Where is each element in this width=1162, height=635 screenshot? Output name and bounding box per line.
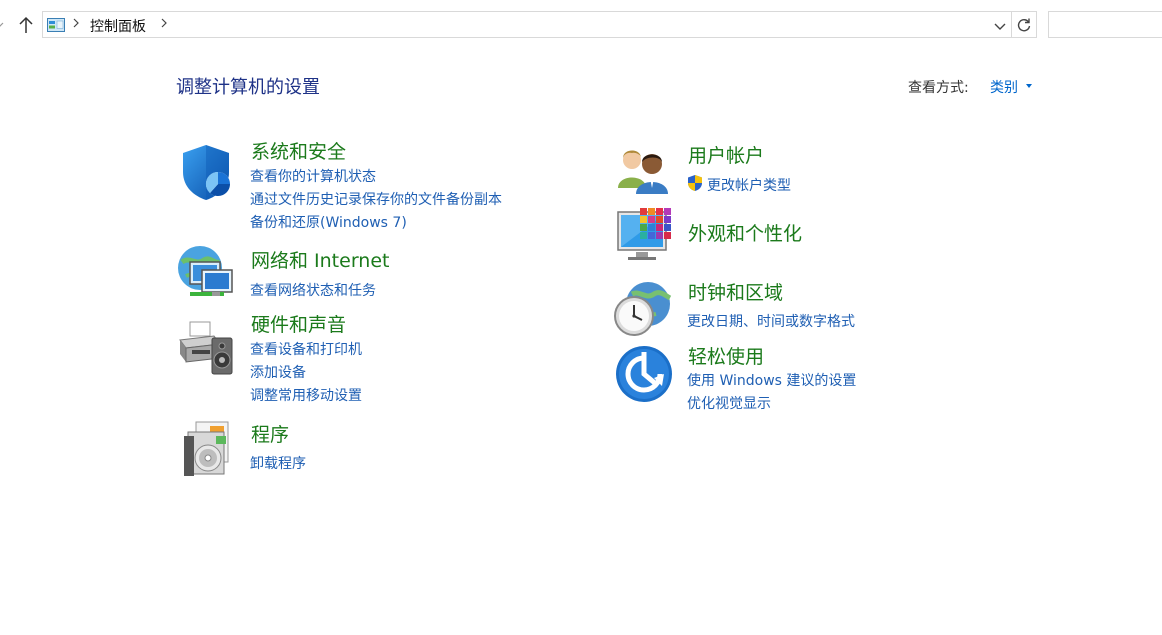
category-network-internet[interactable]: 网络和 Internet — [251, 246, 389, 273]
ease-of-access-icon[interactable] — [614, 344, 672, 402]
view-by-caret-icon[interactable] — [1026, 84, 1032, 88]
breadcrumb-separator-icon[interactable] — [160, 16, 168, 33]
category-hardware-sound[interactable]: 硬件和声音 — [251, 310, 346, 337]
uac-shield-icon — [686, 174, 704, 192]
appearance-icon[interactable] — [614, 206, 672, 264]
link-file-history-backup[interactable]: 通过文件历史记录保存你的文件备份副本 — [250, 189, 502, 209]
category-clock-region[interactable]: 时钟和区域 — [688, 278, 783, 305]
link-windows-recommended-settings[interactable]: 使用 Windows 建议的设置 — [687, 370, 856, 390]
breadcrumb-separator-icon[interactable] — [72, 16, 80, 33]
link-uninstall-program[interactable]: 卸载程序 — [250, 453, 306, 473]
network-icon[interactable] — [176, 244, 234, 302]
control-panel-icon — [47, 17, 65, 33]
link-add-device[interactable]: 添加设备 — [250, 362, 306, 382]
search-input[interactable] — [1048, 11, 1162, 38]
link-view-computer-status[interactable]: 查看你的计算机状态 — [250, 166, 376, 186]
navigation-bar: 控制面板 — [0, 0, 1162, 50]
link-optimize-visual-display[interactable]: 优化视觉显示 — [687, 393, 771, 413]
shield-icon[interactable] — [176, 142, 234, 200]
link-mobility-settings[interactable]: 调整常用移动设置 — [250, 385, 362, 405]
link-change-date-time-format[interactable]: 更改日期、时间或数字格式 — [687, 311, 855, 331]
page-title: 调整计算机的设置 — [176, 77, 320, 98]
view-by-dropdown[interactable]: 类别 — [990, 77, 1018, 97]
users-icon[interactable] — [614, 140, 672, 198]
link-backup-restore[interactable]: 备份和还原(Windows 7) — [250, 212, 407, 232]
category-system-security[interactable]: 系统和安全 — [251, 137, 346, 164]
category-appearance-personalization[interactable]: 外观和个性化 — [688, 219, 802, 246]
clock-icon[interactable] — [612, 280, 672, 338]
refresh-icon — [1017, 18, 1031, 31]
programs-icon[interactable] — [180, 420, 238, 478]
address-history-dropdown-icon[interactable] — [993, 18, 1007, 32]
category-programs[interactable]: 程序 — [251, 420, 289, 447]
address-bar[interactable]: 控制面板 — [42, 11, 1012, 38]
link-devices-printers[interactable]: 查看设备和打印机 — [250, 339, 362, 359]
refresh-button[interactable] — [1012, 11, 1037, 38]
category-user-accounts[interactable]: 用户帐户 — [688, 141, 764, 168]
view-by-label: 查看方式: — [908, 80, 969, 96]
printer-icon[interactable] — [176, 318, 234, 376]
link-change-account-type[interactable]: 更改帐户类型 — [707, 175, 791, 195]
recent-locations-icon[interactable] — [0, 18, 4, 32]
breadcrumb-control-panel[interactable]: 控制面板 — [90, 16, 146, 36]
link-network-status-tasks[interactable]: 查看网络状态和任务 — [250, 280, 376, 300]
category-ease-of-access[interactable]: 轻松使用 — [688, 342, 764, 369]
up-arrow-icon[interactable] — [16, 14, 36, 36]
